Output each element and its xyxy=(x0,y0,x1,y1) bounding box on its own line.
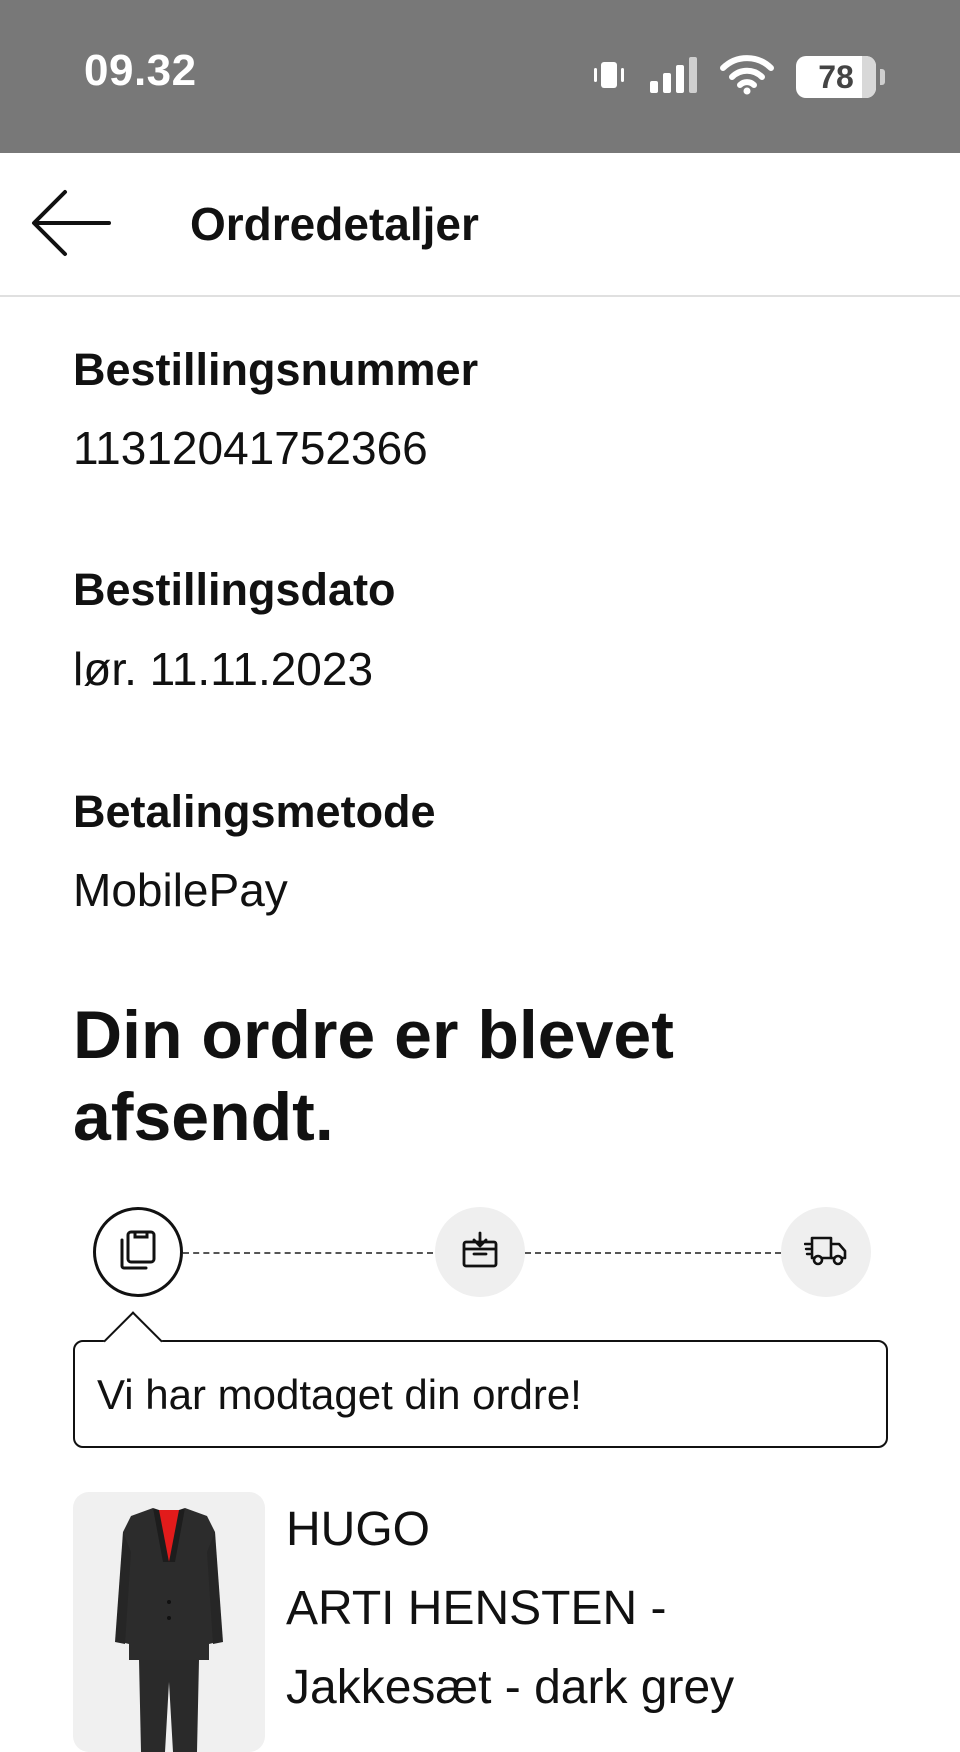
tooltip-pointer xyxy=(103,1311,163,1371)
wifi-icon xyxy=(720,54,774,100)
order-status-headline: Din ordre er blevet afsendt. xyxy=(73,997,674,1155)
arrow-left-icon xyxy=(29,188,113,263)
order-number-label: Bestillingsnummer xyxy=(73,344,479,395)
product-image[interactable] xyxy=(73,1492,265,1752)
back-button[interactable] xyxy=(26,187,116,263)
step-packed[interactable] xyxy=(435,1207,525,1297)
product-name[interactable]: ARTI HENSTEN - xyxy=(286,1580,666,1638)
order-date-label: Bestillingsdato xyxy=(73,564,396,615)
status-bar: 09.32 78 xyxy=(0,0,960,153)
product-brand[interactable]: HUGO xyxy=(286,1501,430,1559)
progress-connector xyxy=(525,1252,781,1254)
order-number-value: 11312041752366 xyxy=(73,422,428,474)
order-progress-tracker xyxy=(93,1207,873,1299)
progress-connector xyxy=(183,1252,433,1254)
vibrate-icon xyxy=(592,60,626,95)
order-date-value: lør. 11.11.2023 xyxy=(73,643,374,695)
product-description[interactable]: Jakkesæt - dark grey xyxy=(286,1659,734,1717)
signal-icon xyxy=(648,55,698,100)
suit-image xyxy=(115,1508,223,1752)
page-title: Ordredetaljer xyxy=(190,198,479,250)
payment-method-value: MobilePay xyxy=(73,864,288,916)
status-icons: 78 xyxy=(592,54,885,100)
payment-method-label: Betalingsmetode xyxy=(73,786,436,837)
status-time: 09.32 xyxy=(84,46,197,95)
status-message-box: Vi har modtaget din ordre! xyxy=(73,1311,888,1448)
step-order-received[interactable] xyxy=(93,1207,183,1297)
package-icon xyxy=(460,1230,500,1275)
delivery-truck-icon xyxy=(803,1232,848,1273)
step-shipped[interactable] xyxy=(781,1207,871,1297)
app-header: Ordredetaljer xyxy=(0,153,960,297)
order-received-icon xyxy=(116,1228,160,1277)
battery-level: 78 xyxy=(818,58,854,95)
battery-icon: 78 xyxy=(796,56,885,98)
status-message: Vi har modtaget din ordre! xyxy=(97,1371,582,1418)
